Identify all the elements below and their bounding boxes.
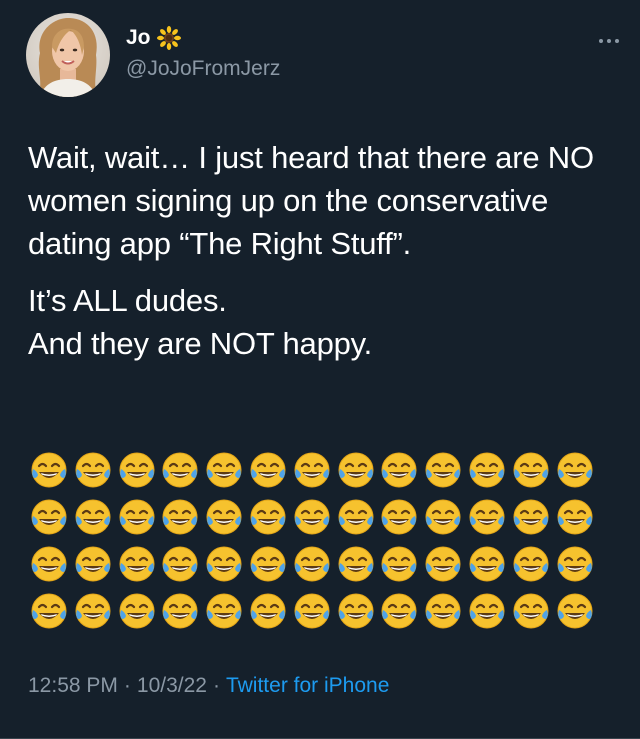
face-with-tears-of-joy-icon <box>512 587 556 634</box>
separator: · <box>123 674 131 697</box>
face-with-tears-of-joy-icon <box>337 446 381 493</box>
face-with-tears-of-joy-icon <box>293 540 337 587</box>
face-with-tears-of-joy-icon <box>249 446 293 493</box>
tweet-paragraph-2-line-2: And they are NOT happy. <box>28 326 373 361</box>
emoji-row <box>30 587 600 634</box>
face-with-tears-of-joy-icon <box>249 587 293 634</box>
face-with-tears-of-joy-icon <box>74 493 118 540</box>
face-with-tears-of-joy-icon <box>337 540 381 587</box>
face-with-tears-of-joy-icon <box>556 587 600 634</box>
tweet-source-link[interactable]: Twitter for iPhone <box>226 674 389 698</box>
tweet-paragraph-1: Wait, wait… I just heard that there are … <box>28 140 594 261</box>
sunflower-icon <box>156 26 181 50</box>
face-with-tears-of-joy-icon <box>468 493 512 540</box>
face-with-tears-of-joy-icon <box>337 587 381 634</box>
face-with-tears-of-joy-icon <box>380 587 424 634</box>
face-with-tears-of-joy-icon <box>512 493 556 540</box>
face-with-tears-of-joy-icon <box>118 493 162 540</box>
face-with-tears-of-joy-icon <box>556 446 600 493</box>
face-with-tears-of-joy-icon <box>118 540 162 587</box>
face-with-tears-of-joy-icon <box>512 540 556 587</box>
tweet-text: Wait, wait… I just heard that there are … <box>28 136 628 365</box>
author-handle[interactable]: @JoJoFromJerz <box>126 57 280 81</box>
face-with-tears-of-joy-icon <box>30 587 74 634</box>
face-with-tears-of-joy-icon <box>293 446 337 493</box>
face-with-tears-of-joy-icon <box>161 493 205 540</box>
tweet-date[interactable]: 10/3/22 <box>137 674 207 698</box>
face-with-tears-of-joy-icon <box>30 493 74 540</box>
face-with-tears-of-joy-icon <box>161 446 205 493</box>
face-with-tears-of-joy-icon <box>424 446 468 493</box>
face-with-tears-of-joy-icon <box>74 587 118 634</box>
separator: · <box>212 674 220 697</box>
face-with-tears-of-joy-icon <box>468 446 512 493</box>
tweet-card: Jo @JoJoFromJerz Wait, wait… I just hear… <box>0 0 640 739</box>
face-with-tears-of-joy-icon <box>512 446 556 493</box>
face-with-tears-of-joy-icon <box>30 446 74 493</box>
face-with-tears-of-joy-icon <box>249 540 293 587</box>
face-with-tears-of-joy-icon <box>118 587 162 634</box>
face-with-tears-of-joy-icon <box>30 540 74 587</box>
face-with-tears-of-joy-icon <box>468 540 512 587</box>
face-with-tears-of-joy-icon <box>424 493 468 540</box>
face-with-tears-of-joy-icon <box>205 540 249 587</box>
face-with-tears-of-joy-icon <box>118 446 162 493</box>
face-with-tears-of-joy-icon <box>205 587 249 634</box>
face-with-tears-of-joy-icon <box>424 587 468 634</box>
name-row: Jo <box>126 23 280 53</box>
tweet-paragraph-2: It’s ALL dudes. And they are NOT happy. <box>28 279 628 365</box>
face-with-tears-of-joy-icon <box>205 493 249 540</box>
tweet-footer: 12:58 PM · 10/3/22 · Twitter for iPhone <box>28 674 389 698</box>
face-with-tears-of-joy-icon <box>424 540 468 587</box>
face-with-tears-of-joy-icon <box>380 493 424 540</box>
face-with-tears-of-joy-icon <box>468 587 512 634</box>
author-names: Jo @JoJoFromJerz <box>126 23 280 81</box>
tweet-time[interactable]: 12:58 PM <box>28 674 118 698</box>
emoji-row <box>30 446 600 493</box>
emoji-row <box>30 493 600 540</box>
tweet-header: Jo @JoJoFromJerz <box>26 12 280 98</box>
face-with-tears-of-joy-icon <box>205 446 249 493</box>
more-options-icon[interactable] <box>598 32 620 43</box>
face-with-tears-of-joy-icon <box>293 587 337 634</box>
tweet-paragraph-2-line-1: It’s ALL dudes. <box>28 283 227 318</box>
emoji-grid <box>30 446 600 634</box>
face-with-tears-of-joy-icon <box>161 540 205 587</box>
face-with-tears-of-joy-icon <box>74 446 118 493</box>
face-with-tears-of-joy-icon <box>556 493 600 540</box>
emoji-row <box>30 540 600 587</box>
avatar-image <box>26 13 110 97</box>
avatar[interactable] <box>26 13 110 97</box>
face-with-tears-of-joy-icon <box>161 587 205 634</box>
face-with-tears-of-joy-icon <box>380 446 424 493</box>
face-with-tears-of-joy-icon <box>74 540 118 587</box>
face-with-tears-of-joy-icon <box>293 493 337 540</box>
face-with-tears-of-joy-icon <box>249 493 293 540</box>
display-name[interactable]: Jo <box>126 26 151 50</box>
face-with-tears-of-joy-icon <box>556 540 600 587</box>
face-with-tears-of-joy-icon <box>380 540 424 587</box>
face-with-tears-of-joy-icon <box>337 493 381 540</box>
